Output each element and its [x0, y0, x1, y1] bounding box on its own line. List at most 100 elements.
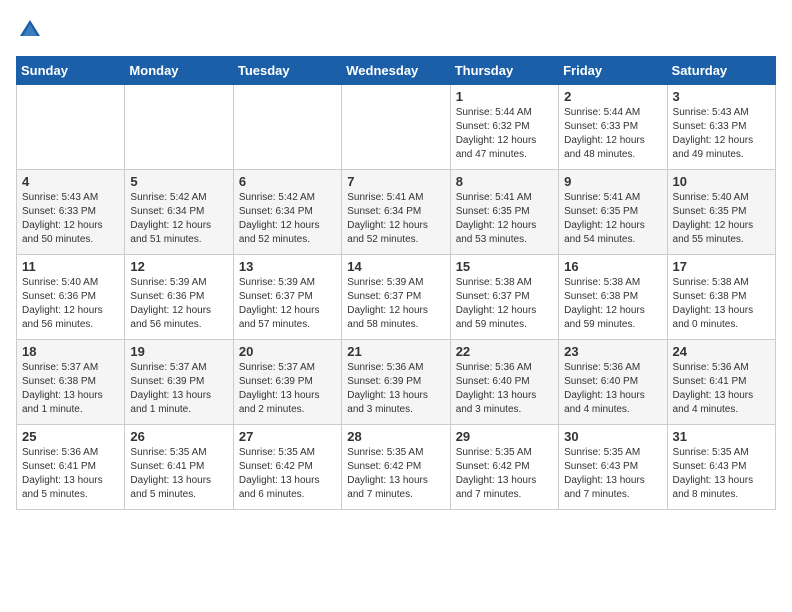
day-info: Sunrise: 5:41 AM Sunset: 6:35 PM Dayligh…	[456, 191, 553, 247]
calendar-week-5: 25 Sunrise: 5:36 AM Sunset: 6:41 PM Dayli…	[17, 425, 776, 510]
header-day-wednesday: Wednesday	[342, 57, 450, 85]
calendar-cell	[342, 85, 450, 170]
calendar-cell: 30 Sunrise: 5:35 AM Sunset: 6:43 PM Dayli…	[559, 425, 667, 510]
calendar-cell: 28Sunrise: 5:35 AM Sunset: 6:42 PM Dayli…	[342, 425, 450, 510]
day-info: Sunrise: 5:43 AM Sunset: 6:33 PM Dayligh…	[22, 191, 119, 247]
calendar-cell	[17, 85, 125, 170]
day-info: Sunrise: 5:41 AM Sunset: 6:35 PM Dayligh…	[564, 191, 661, 247]
day-info: Sunrise: 5:37 AM Sunset: 6:39 PM Dayligh…	[130, 361, 227, 417]
day-info: Sunrise: 5:35 AM Sunset: 6:42 PM Dayligh…	[239, 446, 336, 502]
header-day-thursday: Thursday	[450, 57, 558, 85]
calendar-cell: 19Sunrise: 5:37 AM Sunset: 6:39 PM Dayli…	[125, 340, 233, 425]
day-number: 13	[239, 259, 336, 274]
day-number: 25	[22, 429, 119, 444]
calendar-cell	[125, 85, 233, 170]
day-info: Sunrise: 5:41 AM Sunset: 6:34 PM Dayligh…	[347, 191, 444, 247]
header-day-sunday: Sunday	[17, 57, 125, 85]
calendar-cell: 2 Sunrise: 5:44 AM Sunset: 6:33 PM Daylig…	[559, 85, 667, 170]
day-number: 7	[347, 174, 444, 189]
page-header	[16, 16, 776, 44]
day-info: Sunrise: 5:39 AM Sunset: 6:37 PM Dayligh…	[347, 276, 444, 332]
day-number: 24	[673, 344, 770, 359]
calendar-cell: 5 Sunrise: 5:42 AM Sunset: 6:34 PM Daylig…	[125, 170, 233, 255]
calendar-cell: 3Sunrise: 5:43 AM Sunset: 6:33 PM Daylig…	[667, 85, 775, 170]
day-number: 5	[130, 174, 227, 189]
header-day-monday: Monday	[125, 57, 233, 85]
day-number: 1	[456, 89, 553, 104]
day-number: 29	[456, 429, 553, 444]
calendar-week-1: 1 Sunrise: 5:44 AM Sunset: 6:32 PM Daylig…	[17, 85, 776, 170]
day-info: Sunrise: 5:36 AM Sunset: 6:41 PM Dayligh…	[22, 446, 119, 502]
calendar-cell: 8 Sunrise: 5:41 AM Sunset: 6:35 PM Daylig…	[450, 170, 558, 255]
day-number: 8	[456, 174, 553, 189]
calendar-cell: 17 Sunrise: 5:38 AM Sunset: 6:38 PM Dayli…	[667, 255, 775, 340]
calendar-cell: 29 Sunrise: 5:35 AM Sunset: 6:42 PM Dayli…	[450, 425, 558, 510]
day-number: 17	[673, 259, 770, 274]
day-number: 28	[347, 429, 444, 444]
day-info: Sunrise: 5:35 AM Sunset: 6:41 PM Dayligh…	[130, 446, 227, 502]
header-day-friday: Friday	[559, 57, 667, 85]
day-info: Sunrise: 5:38 AM Sunset: 6:38 PM Dayligh…	[673, 276, 770, 332]
day-info: Sunrise: 5:44 AM Sunset: 6:32 PM Dayligh…	[456, 106, 553, 162]
calendar-cell: 13 Sunrise: 5:39 AM Sunset: 6:37 PM Dayli…	[233, 255, 341, 340]
day-info: Sunrise: 5:35 AM Sunset: 6:43 PM Dayligh…	[673, 446, 770, 502]
calendar-week-4: 18Sunrise: 5:37 AM Sunset: 6:38 PM Dayli…	[17, 340, 776, 425]
logo-icon	[16, 16, 44, 44]
day-number: 20	[239, 344, 336, 359]
day-info: Sunrise: 5:37 AM Sunset: 6:39 PM Dayligh…	[239, 361, 336, 417]
calendar-cell: 18Sunrise: 5:37 AM Sunset: 6:38 PM Dayli…	[17, 340, 125, 425]
calendar-cell: 9Sunrise: 5:41 AM Sunset: 6:35 PM Daylig…	[559, 170, 667, 255]
calendar-cell	[233, 85, 341, 170]
calendar-cell: 31 Sunrise: 5:35 AM Sunset: 6:43 PM Dayli…	[667, 425, 775, 510]
calendar-week-3: 11Sunrise: 5:40 AM Sunset: 6:36 PM Dayli…	[17, 255, 776, 340]
day-info: Sunrise: 5:44 AM Sunset: 6:33 PM Dayligh…	[564, 106, 661, 162]
day-number: 18	[22, 344, 119, 359]
day-info: Sunrise: 5:38 AM Sunset: 6:37 PM Dayligh…	[456, 276, 553, 332]
calendar-cell: 1 Sunrise: 5:44 AM Sunset: 6:32 PM Daylig…	[450, 85, 558, 170]
calendar-cell: 12Sunrise: 5:39 AM Sunset: 6:36 PM Dayli…	[125, 255, 233, 340]
calendar-cell: 24Sunrise: 5:36 AM Sunset: 6:41 PM Dayli…	[667, 340, 775, 425]
header-row: SundayMondayTuesdayWednesdayThursdayFrid…	[17, 57, 776, 85]
day-number: 2	[564, 89, 661, 104]
calendar-cell: 21 Sunrise: 5:36 AM Sunset: 6:39 PM Dayli…	[342, 340, 450, 425]
calendar-cell: 15Sunrise: 5:38 AM Sunset: 6:37 PM Dayli…	[450, 255, 558, 340]
day-info: Sunrise: 5:40 AM Sunset: 6:35 PM Dayligh…	[673, 191, 770, 247]
calendar-cell: 16Sunrise: 5:38 AM Sunset: 6:38 PM Dayli…	[559, 255, 667, 340]
day-info: Sunrise: 5:42 AM Sunset: 6:34 PM Dayligh…	[239, 191, 336, 247]
day-number: 10	[673, 174, 770, 189]
day-info: Sunrise: 5:35 AM Sunset: 6:43 PM Dayligh…	[564, 446, 661, 502]
logo	[16, 16, 46, 44]
day-number: 21	[347, 344, 444, 359]
day-number: 4	[22, 174, 119, 189]
header-day-tuesday: Tuesday	[233, 57, 341, 85]
day-number: 22	[456, 344, 553, 359]
day-number: 27	[239, 429, 336, 444]
day-info: Sunrise: 5:42 AM Sunset: 6:34 PM Dayligh…	[130, 191, 227, 247]
calendar-body: 1 Sunrise: 5:44 AM Sunset: 6:32 PM Daylig…	[17, 85, 776, 510]
calendar-cell: 10 Sunrise: 5:40 AM Sunset: 6:35 PM Dayli…	[667, 170, 775, 255]
header-day-saturday: Saturday	[667, 57, 775, 85]
day-info: Sunrise: 5:40 AM Sunset: 6:36 PM Dayligh…	[22, 276, 119, 332]
day-number: 26	[130, 429, 227, 444]
day-info: Sunrise: 5:39 AM Sunset: 6:36 PM Dayligh…	[130, 276, 227, 332]
day-info: Sunrise: 5:36 AM Sunset: 6:40 PM Dayligh…	[456, 361, 553, 417]
day-number: 31	[673, 429, 770, 444]
calendar-cell: 25 Sunrise: 5:36 AM Sunset: 6:41 PM Dayli…	[17, 425, 125, 510]
calendar-cell: 22 Sunrise: 5:36 AM Sunset: 6:40 PM Dayli…	[450, 340, 558, 425]
calendar-cell: 27 Sunrise: 5:35 AM Sunset: 6:42 PM Dayli…	[233, 425, 341, 510]
day-number: 23	[564, 344, 661, 359]
calendar-cell: 11Sunrise: 5:40 AM Sunset: 6:36 PM Dayli…	[17, 255, 125, 340]
calendar-cell: 4 Sunrise: 5:43 AM Sunset: 6:33 PM Daylig…	[17, 170, 125, 255]
calendar-week-2: 4 Sunrise: 5:43 AM Sunset: 6:33 PM Daylig…	[17, 170, 776, 255]
day-info: Sunrise: 5:36 AM Sunset: 6:40 PM Dayligh…	[564, 361, 661, 417]
day-info: Sunrise: 5:36 AM Sunset: 6:39 PM Dayligh…	[347, 361, 444, 417]
day-info: Sunrise: 5:39 AM Sunset: 6:37 PM Dayligh…	[239, 276, 336, 332]
calendar-cell: 6Sunrise: 5:42 AM Sunset: 6:34 PM Daylig…	[233, 170, 341, 255]
day-number: 30	[564, 429, 661, 444]
calendar-table: SundayMondayTuesdayWednesdayThursdayFrid…	[16, 56, 776, 510]
day-info: Sunrise: 5:35 AM Sunset: 6:42 PM Dayligh…	[456, 446, 553, 502]
calendar-cell: 26 Sunrise: 5:35 AM Sunset: 6:41 PM Dayli…	[125, 425, 233, 510]
day-number: 3	[673, 89, 770, 104]
calendar-cell: 23 Sunrise: 5:36 AM Sunset: 6:40 PM Dayli…	[559, 340, 667, 425]
calendar-cell: 14Sunrise: 5:39 AM Sunset: 6:37 PM Dayli…	[342, 255, 450, 340]
